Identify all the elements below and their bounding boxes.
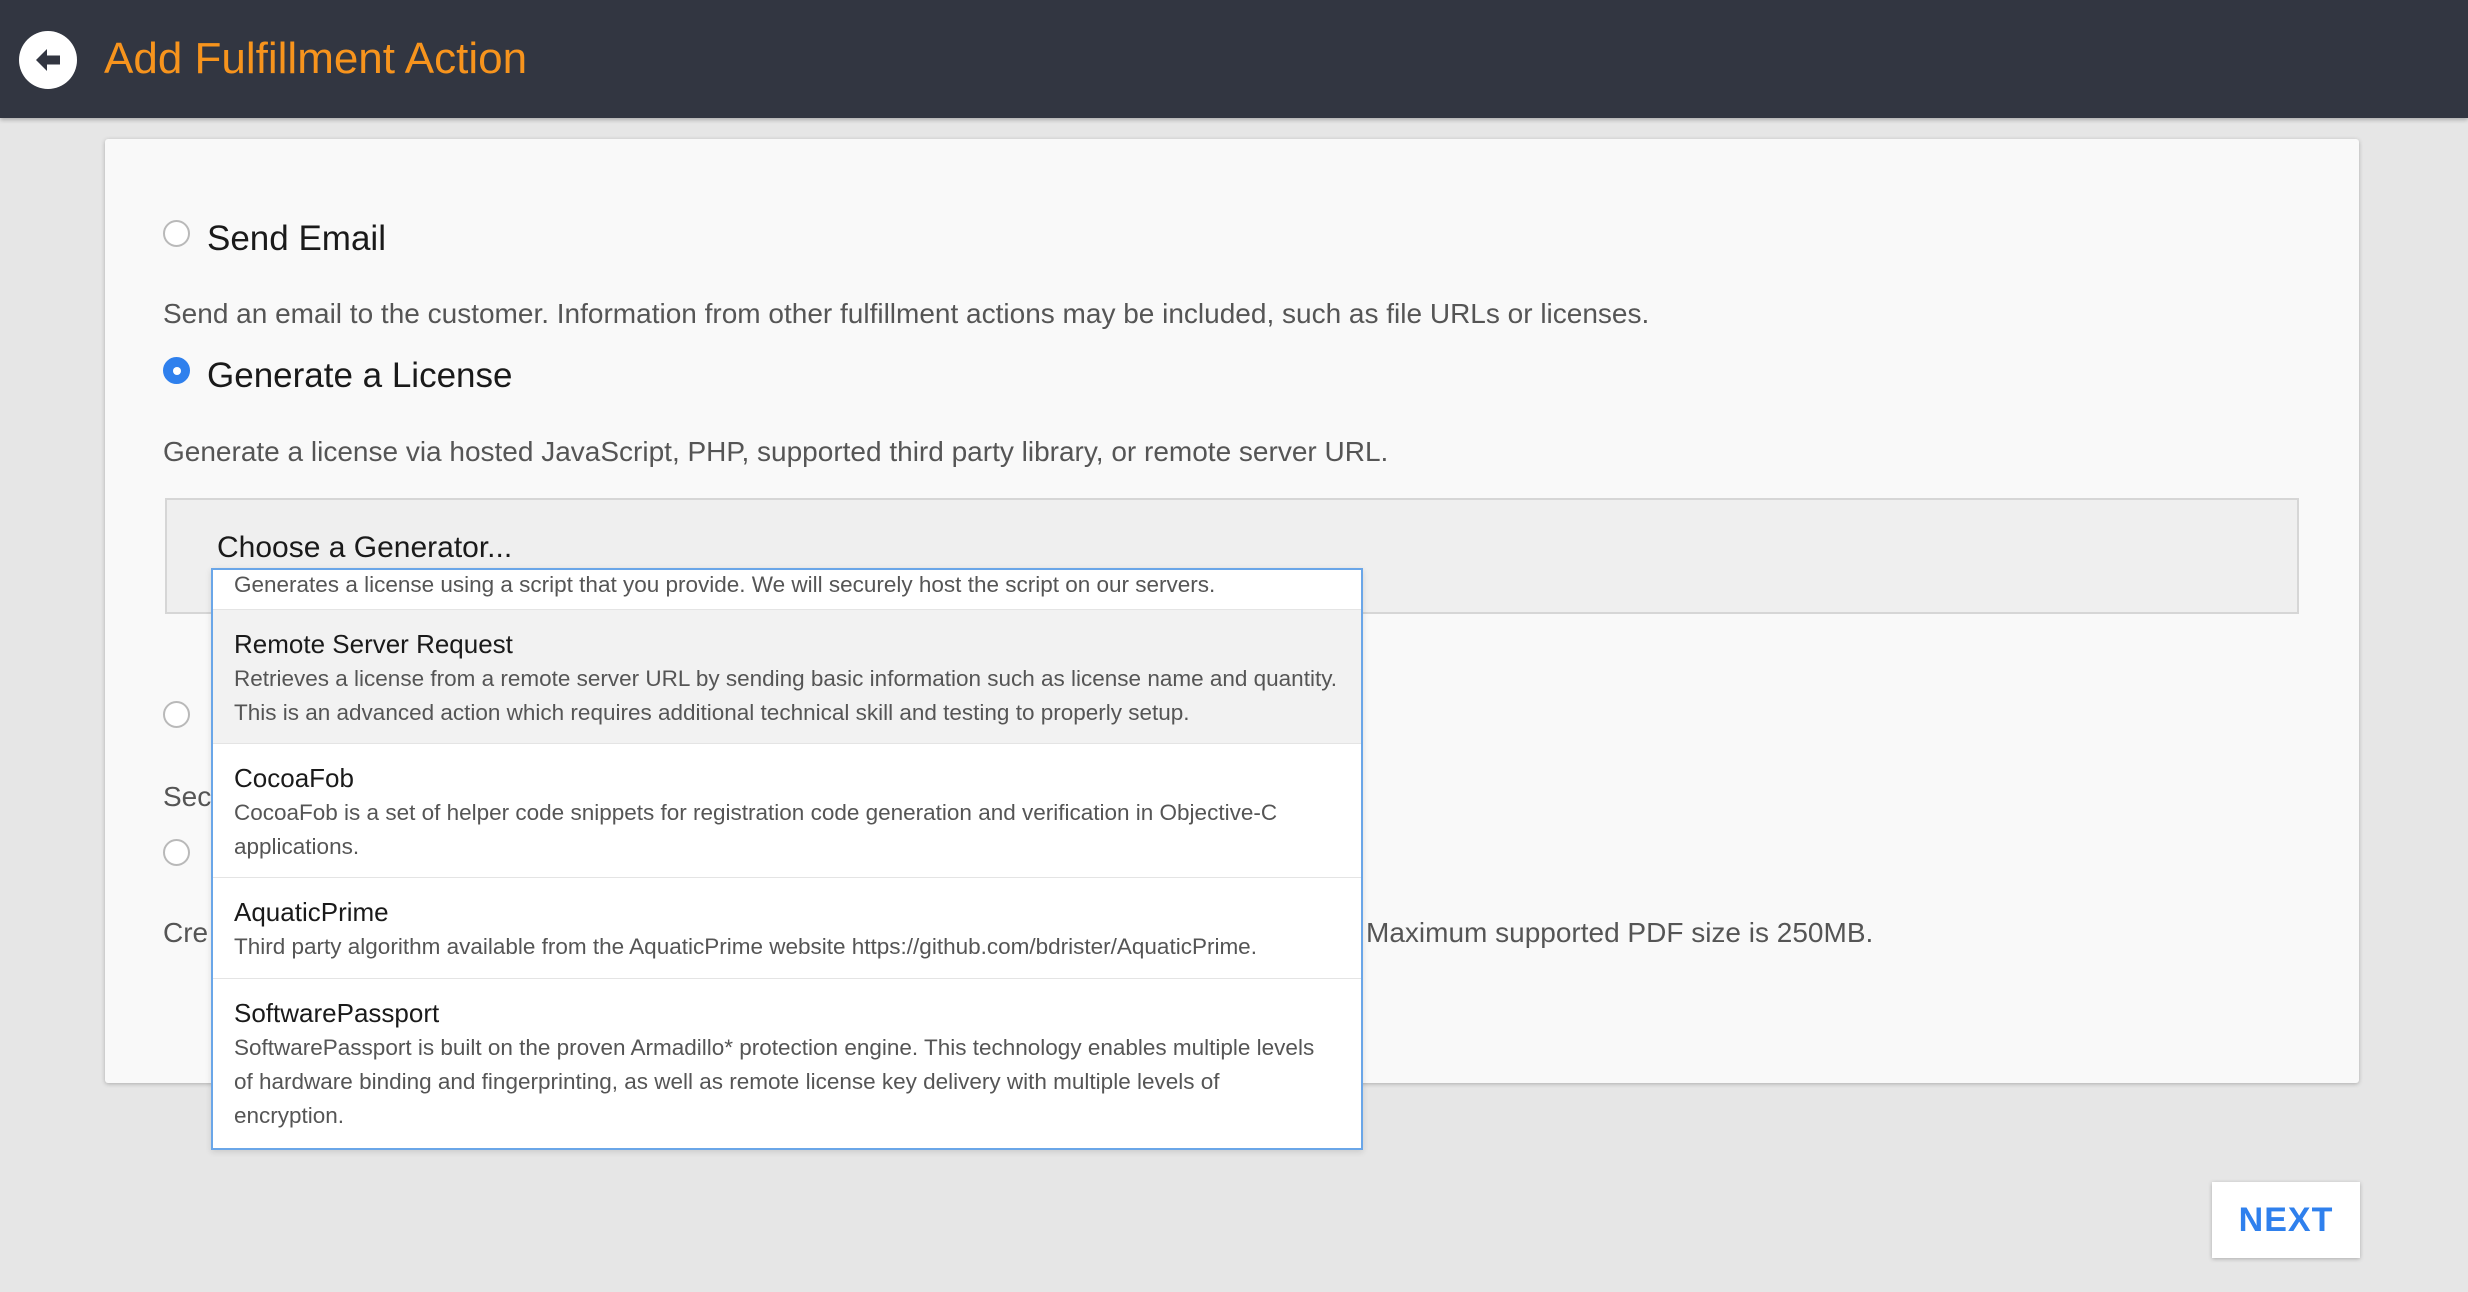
radio-option-3[interactable] — [163, 701, 190, 728]
dropdown-item-desc: SoftwarePassport is built on the proven … — [234, 1035, 1315, 1060]
radio-option-4[interactable] — [163, 839, 190, 866]
option-title-send-email: Send Email — [207, 219, 386, 258]
option-desc-4-tail: Maximum supported PDF size is 250MB. — [1366, 917, 1874, 948]
dropdown-item-name: Remote Server Request — [234, 629, 513, 659]
dropdown-item-desc: Generates a license using a script that … — [234, 572, 1216, 597]
dropdown-item-desc: encryption. — [234, 1103, 345, 1128]
radio-send-email[interactable] — [163, 220, 190, 247]
dropdown-item-cocoafob[interactable]: CocoaFob CocoaFob is a set of helper cod… — [213, 744, 1361, 878]
option-desc-send-email: Send an email to the customer. Informati… — [163, 298, 1650, 329]
dropdown-item-desc: of hardware binding and fingerprinting, … — [234, 1069, 1220, 1094]
option-desc-generate-license: Generate a license via hosted JavaScript… — [163, 436, 1389, 467]
option-desc-3-partial: Sec — [163, 781, 212, 812]
option-desc-4-partial: Cre — [163, 917, 209, 948]
option-title-generate-license: Generate a License — [207, 356, 513, 395]
dropdown-item-desc: applications. — [234, 834, 360, 859]
dropdown-item-hosted-script[interactable]: Generates a license using a script that … — [213, 570, 1361, 610]
page-title: Add Fulfillment Action — [104, 34, 528, 83]
dropdown-item-desc: CocoaFob is a set of helper code snippet… — [234, 800, 1278, 825]
dropdown-item-desc: Retrieves a license from a remote server… — [234, 666, 1338, 691]
dropdown-item-softwarepassport[interactable]: SoftwarePassport SoftwarePassport is bui… — [213, 979, 1361, 1148]
dropdown-item-desc: This is an advanced action which require… — [234, 700, 1190, 725]
dropdown-item-remote-server-request[interactable]: Remote Server Request Retrieves a licens… — [213, 610, 1361, 744]
top-header: Add Fulfillment Action — [0, 0, 2468, 118]
generator-dropdown[interactable]: Generates a license using a script that … — [211, 568, 1363, 1150]
dropdown-item-desc: Third party algorithm available from the… — [234, 934, 1257, 959]
generator-select-label[interactable]: Choose a Generator... — [217, 528, 512, 568]
dropdown-item-name: AquaticPrime — [234, 897, 389, 927]
radio-generate-license[interactable] — [163, 357, 190, 384]
next-button[interactable]: NEXT — [2212, 1182, 2360, 1258]
dropdown-item-name: SoftwarePassport — [234, 998, 440, 1028]
dropdown-item-name: CocoaFob — [234, 763, 354, 793]
dropdown-item-aquaticprime[interactable]: AquaticPrime Third party algorithm avail… — [213, 878, 1361, 979]
back-button[interactable] — [19, 31, 77, 89]
arrow-left-icon — [36, 49, 60, 71]
